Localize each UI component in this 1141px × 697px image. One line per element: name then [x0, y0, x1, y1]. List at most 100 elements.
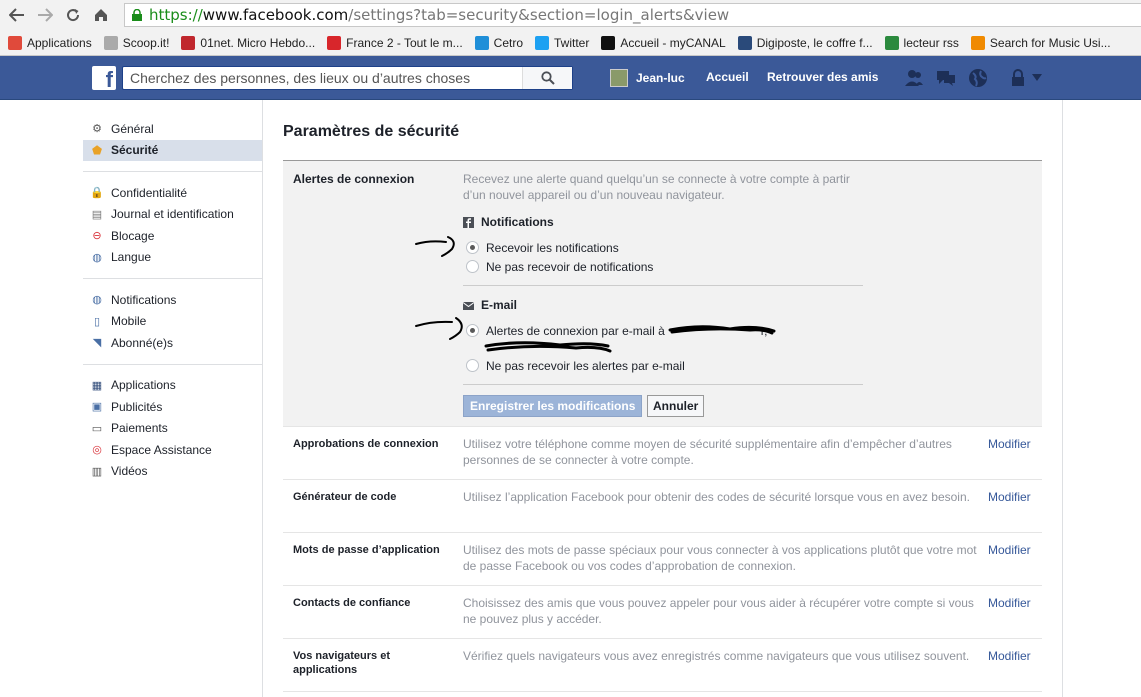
sidebar-item-ads[interactable]: ▣ Publicités [83, 396, 262, 418]
email-alerts-radio[interactable] [466, 324, 479, 337]
email-alerts-option[interactable]: Alertes de connexion par e-mail à r, [466, 324, 767, 338]
facebook-logo[interactable]: f [92, 66, 116, 90]
messages-icon[interactable] [936, 68, 956, 88]
settings-row[interactable]: Vos navigateurs et applications Vérifiez … [283, 639, 1042, 692]
bookmark-item[interactable]: Twitter [535, 35, 589, 50]
ads-icon: ▣ [91, 401, 103, 414]
no-notifications-option[interactable]: Ne pas recevoir de notifications [466, 260, 653, 274]
bookmark-item[interactable]: lecteur rss [884, 35, 959, 50]
forward-button[interactable] [34, 4, 56, 26]
globe-icon: ◍ [92, 251, 102, 264]
login-alerts-panel: Alertes de connexion Recevez une alerte … [283, 161, 1042, 427]
sidebar-item-timeline[interactable]: ▤ Journal et identification [83, 204, 262, 226]
privacy-shortcuts-icon[interactable] [1010, 68, 1026, 88]
edit-link[interactable]: Modifier [988, 490, 1031, 504]
home-link[interactable]: Accueil [706, 70, 749, 84]
sidebar-item-gear[interactable]: ⚙ Général [83, 118, 262, 140]
settings-sidebar: ⚙ Général ⬟ Sécurité 🔒 Confidentialité ▤ Journa… [83, 118, 262, 482]
settings-row-label: Vos navigateurs et applications [293, 650, 390, 676]
rss-icon: ◥ [92, 337, 102, 350]
profile-link[interactable]: Jean-luc [610, 69, 685, 87]
settings-row[interactable]: Contacts de confiance Choisissez des amis… [283, 586, 1042, 639]
bookmark-item[interactable]: Accueil - myCANAL [601, 35, 726, 50]
shield-icon: ⬟ [92, 144, 102, 157]
back-arrow-icon [9, 8, 24, 22]
edit-link[interactable]: Modifier [988, 543, 1031, 557]
no-notifications-label: Ne pas recevoir de notifications [486, 260, 654, 274]
bookmark-item[interactable]: Applications [8, 35, 92, 50]
header-icons [904, 68, 1042, 88]
sidebar-item-block[interactable]: ⊖ Blocage [83, 225, 262, 247]
bookmark-label: Applications [27, 35, 92, 50]
sidebar-item-label: Abonné(e)s [111, 335, 174, 350]
settings-row-description: Utilisez l’application Facebook pour obt… [463, 490, 970, 504]
facebook-header: f Jean-luc Accueil Retrouver des amis [0, 56, 1141, 100]
receive-notifications-option[interactable]: Recevoir les notifications [466, 241, 619, 255]
no-email-alerts-radio[interactable] [466, 359, 479, 372]
sidebar-item-lock[interactable]: 🔒 Confidentialité [83, 182, 262, 204]
find-friends-link[interactable]: Retrouver des amis [767, 70, 878, 84]
friend-requests-icon[interactable] [904, 68, 924, 88]
bookmark-label: Scoop.it! [122, 35, 170, 50]
account-menu-chevron-icon[interactable] [1032, 74, 1042, 82]
receive-notifications-radio[interactable] [466, 241, 479, 254]
sidebar-item-mobile[interactable]: ▯ Mobile [83, 311, 262, 333]
bookmark-item[interactable]: Cetro [474, 35, 523, 50]
content-divider-right [1062, 100, 1063, 697]
sidebar-item-rss[interactable]: ◥ Abonné(e)s [83, 332, 262, 354]
home-icon [95, 9, 107, 21]
edit-link[interactable]: Modifier [988, 596, 1031, 610]
no-email-alerts-option[interactable]: Ne pas recevoir les alertes par e-mail [466, 359, 685, 373]
plus-icon [601, 35, 616, 50]
bookmark-item[interactable]: Search for Music Usi... [970, 35, 1111, 50]
soundhound-icon [970, 35, 985, 50]
film-icon: ▥ [91, 465, 103, 478]
login-alerts-label: Alertes de connexion [293, 172, 415, 186]
bookmark-item[interactable]: Scoop.it! [103, 35, 170, 50]
settings-row[interactable]: Approbations de connexion Utilisez votre … [283, 427, 1042, 480]
address-bar[interactable]: https://www.facebook.com/settings?tab=se… [124, 3, 1141, 27]
secure-lock-icon [132, 9, 142, 21]
apps-icon: ▦ [91, 379, 103, 392]
bookmark-item[interactable]: Digiposte, le coffre f... [737, 35, 873, 50]
search-input[interactable] [123, 67, 533, 89]
settings-row-label: Approbations de connexion [293, 438, 439, 450]
url-path: /settings?tab=security&section=login_ale… [348, 6, 730, 24]
back-button[interactable] [6, 4, 28, 26]
sidebar-divider [83, 171, 262, 172]
edit-link[interactable]: Modifier [988, 437, 1031, 451]
notifications-divider [463, 285, 863, 286]
user-name: Jean-luc [636, 71, 685, 85]
france2-icon [327, 35, 342, 50]
mobile-icon: ▯ [93, 315, 101, 328]
sidebar-item-shield[interactable]: ⬟ Sécurité [83, 139, 262, 161]
settings-row[interactable]: Mots de passe d’application Utilisez des … [283, 533, 1042, 586]
document-icon [103, 35, 118, 50]
gear-icon: ⚙ [92, 123, 102, 136]
home-button[interactable] [90, 4, 112, 26]
bookmark-label: Cetro [493, 35, 523, 50]
sidebar-item-lifebuoy[interactable]: ◎ Espace Assistance [83, 439, 262, 461]
sidebar-item-film[interactable]: ▥ Vidéos [83, 461, 262, 483]
sidebar-item-label: Notifications [111, 292, 177, 307]
email-alerts-label: Alertes de connexion par e-mail à r, [486, 324, 767, 338]
cancel-button[interactable]: Annuler [647, 395, 705, 417]
sidebar-item-globe[interactable]: ◍ Langue [83, 247, 262, 269]
edit-link[interactable]: Modifier [988, 649, 1031, 663]
forward-arrow-icon [38, 8, 53, 22]
lock-icon: 🔒 [90, 187, 104, 200]
bookmark-item[interactable]: France 2 - Tout le m... [327, 35, 463, 50]
sidebar-item-apps[interactable]: ▦ Applications [83, 375, 262, 397]
timeline-icon: ▤ [91, 208, 103, 221]
bookmarks-bar: Applications Scoop.it! 01net. Micro Hebdo.… [0, 30, 1141, 56]
search-button[interactable] [522, 67, 572, 89]
settings-row[interactable]: Générateur de code Utilisez l’application… [283, 480, 1042, 533]
email-heading-text: E-mail [481, 298, 518, 312]
reload-button[interactable] [62, 4, 84, 26]
sidebar-item-card[interactable]: ▭ Paiements [83, 418, 262, 440]
save-changes-button[interactable]: Enregistrer les modifications [463, 395, 643, 417]
sidebar-item-globe-notifications[interactable]: ◍ Notifications [83, 289, 262, 311]
bookmark-item[interactable]: 01net. Micro Hebdo... [181, 35, 315, 50]
no-notifications-radio[interactable] [466, 260, 479, 273]
notifications-globe-icon[interactable] [968, 68, 988, 88]
